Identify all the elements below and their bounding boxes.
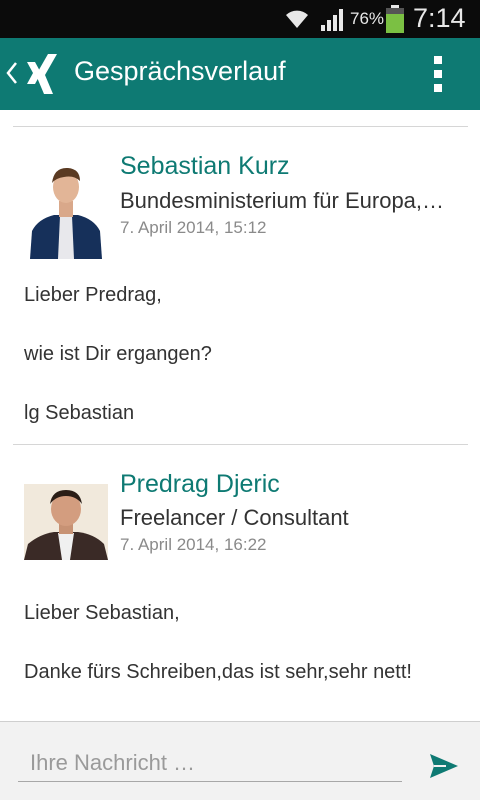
send-icon[interactable] [428, 752, 460, 780]
signal-icon [321, 9, 343, 31]
sender-organization: Freelancer / Consultant [120, 505, 349, 530]
clock: 7:14 [413, 3, 466, 33]
wifi-icon [286, 10, 308, 28]
xing-logo-icon[interactable] [24, 52, 64, 96]
sender-name[interactable]: Sebastian Kurz [120, 152, 290, 181]
battery-icon [386, 5, 404, 33]
message-timestamp: 7. April 2014, 15:12 [120, 218, 267, 237]
message-paragraph: Danke fürs Schreiben,das ist sehr,sehr n… [24, 661, 412, 683]
back-chevron-icon[interactable] [4, 58, 20, 88]
sender-name[interactable]: Predrag Djeric [120, 470, 280, 499]
divider [13, 444, 468, 445]
overflow-menu-icon[interactable] [430, 56, 446, 94]
message-paragraph: wie ist Dir ergangen? [24, 343, 212, 365]
divider [13, 126, 468, 127]
message-paragraph: Lieber Predrag, [24, 284, 162, 306]
page-title: Gesprächsverlauf [74, 56, 286, 86]
action-bar: Gesprächsverlauf [0, 38, 480, 110]
conversation-thread[interactable]: Sebastian Kurz Bundesministerium für Eur… [0, 110, 480, 720]
message-paragraph: Lieber Sebastian, [24, 602, 180, 624]
battery-percent: 76% [350, 9, 385, 28]
avatar[interactable] [24, 159, 108, 259]
sender-organization: Bundesministerium für Europa,… [120, 188, 445, 213]
avatar[interactable] [24, 484, 108, 560]
status-bar: 76% 7:14 [0, 0, 480, 38]
message-paragraph: lg Sebastian [24, 402, 135, 424]
message-timestamp: 7. April 2014, 16:22 [120, 535, 267, 554]
message-input[interactable] [18, 744, 402, 782]
compose-bar [0, 721, 480, 800]
